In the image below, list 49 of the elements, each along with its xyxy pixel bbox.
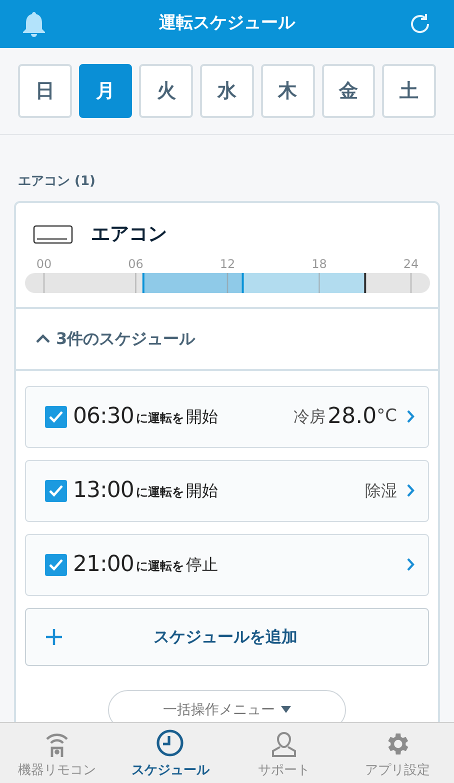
check-icon bbox=[49, 484, 63, 496]
hour-label: 24 bbox=[403, 256, 419, 270]
mode-label: 除湿 bbox=[365, 480, 397, 502]
day-tab[interactable]: 土 bbox=[382, 64, 436, 118]
chevron-right-icon bbox=[406, 558, 415, 571]
temperature-value: 28.0 bbox=[328, 403, 377, 431]
day-tab[interactable]: 月 bbox=[78, 64, 132, 118]
header-title: 運転スケジュール bbox=[159, 12, 295, 36]
schedule-time: 21:00 bbox=[73, 551, 134, 579]
schedule-action: に運転を 停止 bbox=[136, 554, 218, 576]
hour-label: 00 bbox=[36, 256, 52, 270]
schedule-item[interactable]: 21:00 に運転を 停止 bbox=[25, 534, 429, 596]
chevron-up-icon bbox=[36, 334, 50, 344]
day-tab[interactable]: 火 bbox=[139, 64, 194, 118]
device-name: エアコン bbox=[91, 222, 167, 248]
hour-label: 06 bbox=[128, 256, 144, 270]
schedule-action: に運転を 開始 bbox=[136, 406, 218, 428]
add-schedule-button[interactable]: スケジュールを追加 bbox=[25, 608, 429, 666]
check-icon bbox=[49, 410, 63, 422]
schedule-action: に運転を 開始 bbox=[136, 480, 218, 502]
person-icon bbox=[270, 730, 298, 758]
schedule-toggle[interactable]: 3件のスケジュール bbox=[16, 308, 438, 368]
schedule-item[interactable]: 13:00 に運転を 開始 除湿 bbox=[25, 460, 429, 522]
air-conditioner-icon bbox=[33, 224, 73, 244]
bell-icon[interactable] bbox=[22, 11, 46, 37]
day-tab[interactable]: 日 bbox=[18, 64, 72, 118]
hour-label: 12 bbox=[220, 256, 236, 270]
checkbox[interactable] bbox=[45, 554, 67, 576]
chevron-right-icon bbox=[406, 484, 415, 497]
day-tab[interactable]: 水 bbox=[200, 64, 254, 118]
nav-tab[interactable]: スケジュール bbox=[114, 723, 227, 783]
day-tab[interactable]: 木 bbox=[260, 64, 315, 118]
mode-label: 冷房 bbox=[294, 406, 326, 428]
temperature-unit: °C bbox=[376, 404, 397, 428]
check-icon bbox=[49, 558, 63, 570]
day-tab[interactable]: 金 bbox=[322, 64, 376, 118]
refresh-icon[interactable] bbox=[408, 12, 432, 36]
bulk-menu-button[interactable]: 一括操作メニュー bbox=[108, 690, 346, 722]
hour-label: 18 bbox=[312, 256, 327, 270]
plus-icon bbox=[45, 628, 63, 646]
clock-icon bbox=[155, 728, 186, 758]
chevron-right-icon bbox=[406, 410, 415, 423]
checkbox[interactable] bbox=[45, 406, 67, 428]
schedule-time: 06:30 bbox=[73, 403, 134, 431]
schedule-item[interactable]: 06:30 に運転を 開始 冷房 28.0°C bbox=[25, 386, 429, 448]
checkbox[interactable] bbox=[45, 480, 67, 502]
dropdown-arrow-icon bbox=[281, 706, 291, 712]
section-label: エアコン (1) bbox=[17, 173, 96, 191]
schedule-time: 13:00 bbox=[73, 477, 134, 505]
